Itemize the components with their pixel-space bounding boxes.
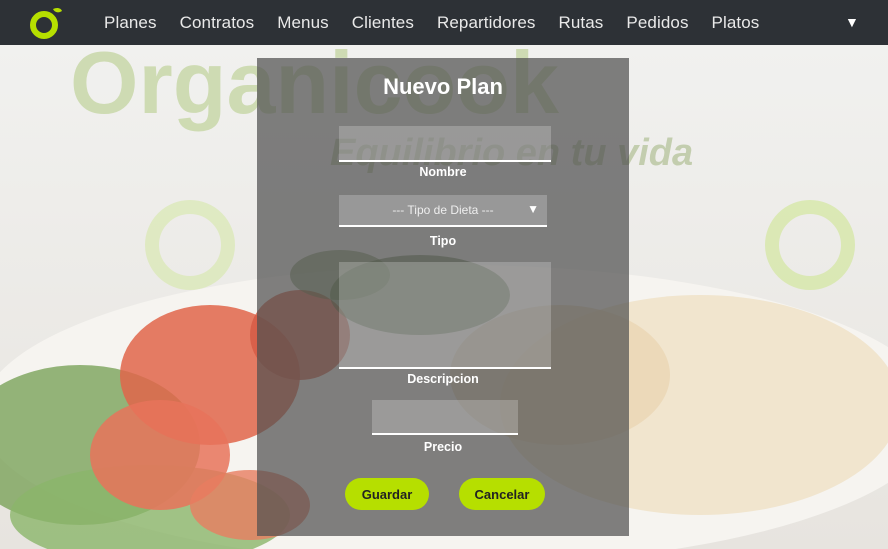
tipo-dieta-selected: --- Tipo de Dieta ---	[392, 203, 494, 217]
main-nav: Planes Contratos Menus Clientes Repartid…	[104, 0, 782, 45]
nav-item-menus[interactable]: Menus	[277, 13, 329, 33]
chevron-down-icon: ▼	[527, 202, 539, 216]
cancelar-button[interactable]: Cancelar	[459, 478, 545, 510]
descripcion-label: Descripcion	[407, 372, 479, 386]
tipo-dieta-select[interactable]: --- Tipo de Dieta --- ▼	[339, 195, 547, 227]
nav-item-platos[interactable]: Platos	[712, 13, 760, 33]
precio-input[interactable]	[372, 400, 518, 435]
guardar-button[interactable]: Guardar	[345, 478, 429, 510]
modal-title: Nuevo Plan	[383, 74, 503, 99]
nav-item-clientes[interactable]: Clientes	[352, 13, 414, 33]
nav-item-pedidos[interactable]: Pedidos	[626, 13, 688, 33]
new-plan-modal: Nuevo Plan Nombre --- Tipo de Dieta --- …	[257, 58, 629, 536]
nombre-input[interactable]	[339, 126, 551, 162]
nav-item-contratos[interactable]: Contratos	[180, 13, 255, 33]
descripcion-textarea[interactable]	[339, 262, 551, 369]
precio-label: Precio	[423, 440, 463, 454]
nombre-label: Nombre	[419, 165, 467, 179]
user-menu-caret-icon[interactable]: ▼	[845, 14, 859, 30]
nav-item-rutas[interactable]: Rutas	[558, 13, 603, 33]
organicook-logo-icon[interactable]	[26, 6, 66, 40]
nav-item-planes[interactable]: Planes	[104, 13, 157, 33]
top-navbar: Planes Contratos Menus Clientes Repartid…	[0, 0, 888, 45]
nav-item-repartidores[interactable]: Repartidores	[437, 13, 536, 33]
tipo-label: Tipo	[429, 234, 457, 248]
